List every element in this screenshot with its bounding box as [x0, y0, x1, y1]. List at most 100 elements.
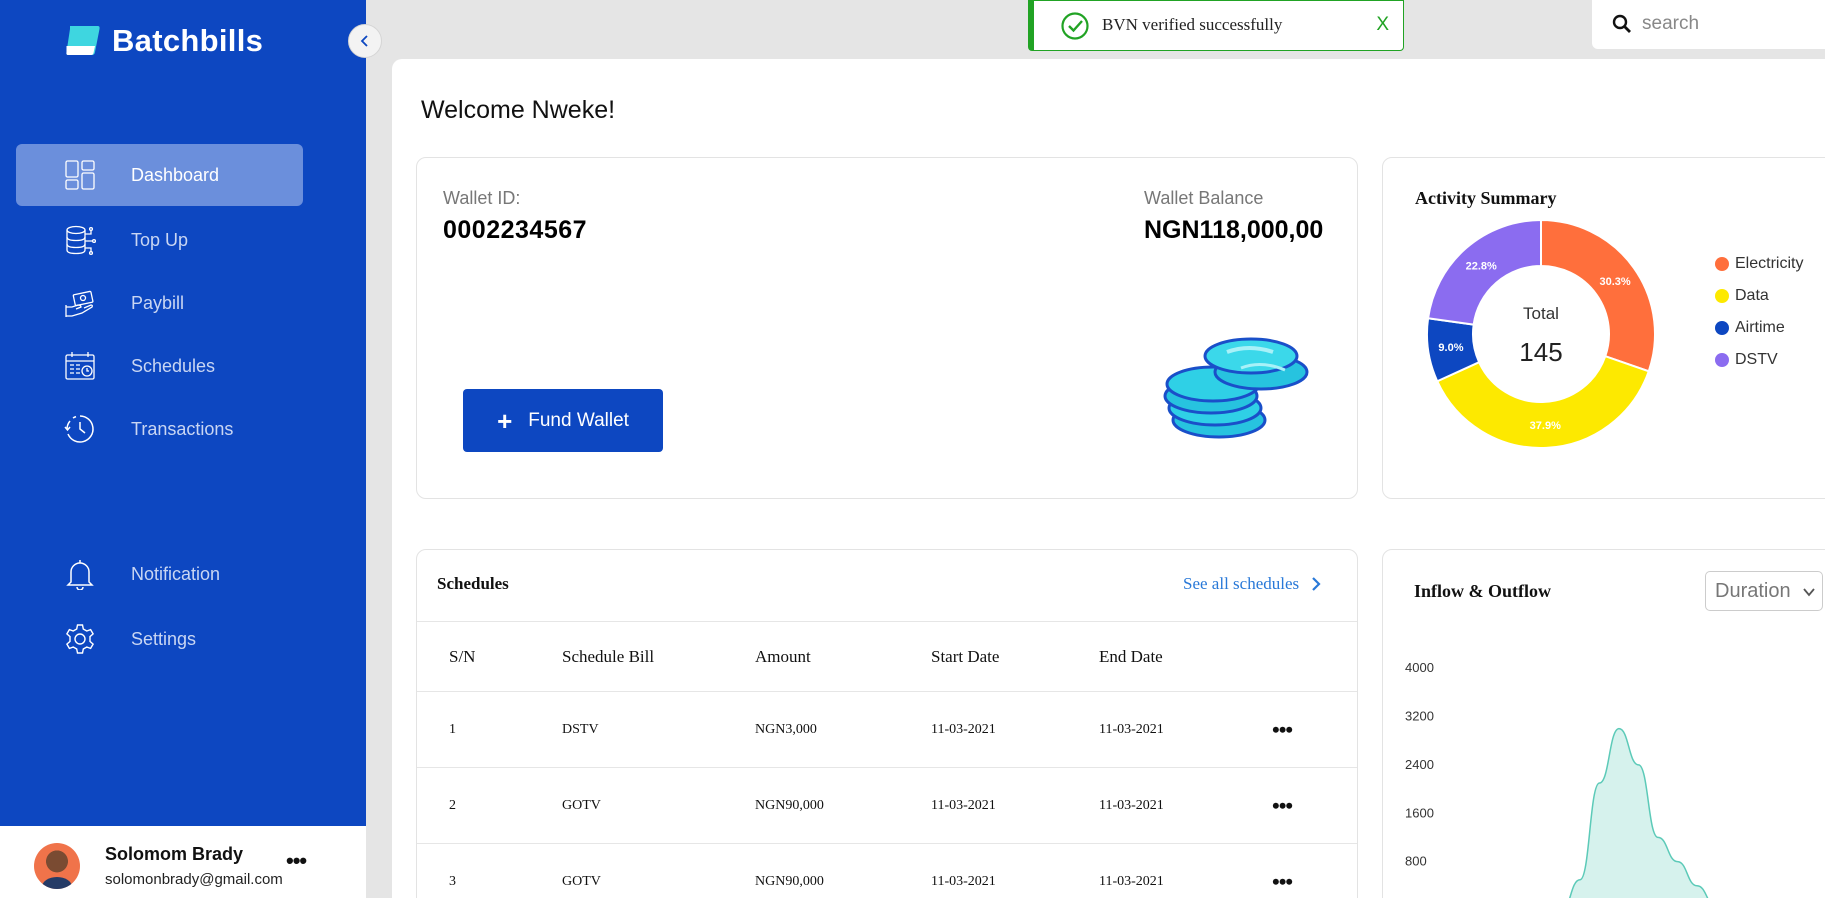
dashboard-icon: [65, 160, 95, 190]
table-header: S/N Schedule Bill Amount Start Date End …: [417, 622, 1357, 692]
toast-message: BVN verified successfully: [1102, 15, 1283, 34]
calendar-icon: [65, 352, 95, 380]
see-all-schedules-link[interactable]: See all schedules: [1183, 574, 1321, 594]
inflow-outflow-card: Inflow & Outflow Duration 4000 3200 2400 16…: [1382, 549, 1825, 898]
donut-slice-label: 30.3%: [1600, 276, 1631, 288]
donut-slice-label: 22.8%: [1466, 260, 1497, 272]
fund-wallet-label: Fund Wallet: [528, 409, 629, 431]
duration-select-value: Duration: [1715, 579, 1791, 602]
sidebar-item-label: Paybill: [131, 292, 185, 313]
sidebar-item-schedules[interactable]: Schedules: [16, 335, 303, 397]
row-more-icon[interactable]: •••: [1272, 717, 1293, 743]
sidebar-item-label: Settings: [131, 628, 197, 649]
table-row[interactable]: 3 GOTV NGN90,000 11-03-2021 11-03-2021 •…: [417, 844, 1357, 898]
sidebar-item-label: Transactions: [131, 418, 234, 439]
cell-amount: NGN90,000: [755, 797, 824, 813]
row-more-icon[interactable]: •••: [1272, 869, 1293, 895]
gear-icon: [66, 624, 94, 654]
activity-summary-title: Activity Summary: [1415, 188, 1557, 208]
see-all-schedules-label: See all schedules: [1183, 574, 1300, 593]
sidebar-item-settings[interactable]: Settings: [16, 608, 303, 670]
wallet-id: 0002234567: [443, 216, 588, 244]
toast-close-button[interactable]: X: [1376, 14, 1389, 36]
legend-swatch: [1715, 257, 1729, 271]
search-box: [1592, 0, 1825, 49]
chevron-left-icon: [360, 35, 368, 47]
schedules-title: Schedules: [437, 574, 509, 593]
search-icon: [1612, 14, 1631, 33]
plus-icon: +: [497, 405, 513, 436]
history-icon: [64, 415, 94, 443]
legend-item-airtime[interactable]: Airtime: [1715, 312, 1803, 344]
cell-start-date: 11-03-2021: [931, 721, 996, 737]
legend-label: Electricity: [1735, 255, 1804, 272]
user-email: solomonbrady@gmail.com: [105, 871, 283, 888]
chevron-right-icon: [1312, 577, 1321, 591]
duration-select[interactable]: Duration: [1705, 571, 1823, 611]
donut-slice-label: 37.9%: [1530, 420, 1561, 432]
column-header: Start Date: [931, 646, 1000, 666]
chevron-down-icon: [1803, 588, 1815, 597]
legend-label: DSTV: [1735, 351, 1778, 368]
schedules-card: Schedules See all schedules S/N Schedule…: [416, 549, 1358, 898]
donut-total-value: 145: [1519, 337, 1562, 367]
legend-item-data[interactable]: Data: [1715, 280, 1803, 312]
coins-illustration-icon: [1163, 337, 1309, 439]
sidebar-item-notification[interactable]: Notification: [16, 543, 303, 605]
y-tick-label: 1600: [1405, 805, 1434, 820]
column-header: S/N: [449, 646, 476, 666]
table-row[interactable]: 1 DSTV NGN3,000 11-03-2021 11-03-2021 ••…: [417, 692, 1357, 768]
wallet-id-label: Wallet ID:: [443, 188, 521, 208]
inflow-outflow-chart: 4000 3200 2400 1600 800: [1405, 660, 1709, 898]
user-name: Solomom Brady: [105, 844, 244, 864]
sidebar-item-label: Top Up: [131, 229, 189, 250]
database-icon: [66, 225, 96, 256]
legend-item-dstv[interactable]: DSTV: [1715, 344, 1803, 376]
sidebar-item-dashboard[interactable]: Dashboard: [16, 144, 303, 206]
row-more-icon[interactable]: •••: [1272, 793, 1293, 819]
wallet-balance-label: Wallet Balance: [1144, 188, 1264, 208]
fund-wallet-button[interactable]: + Fund Wallet: [463, 389, 663, 452]
sidebar-item-label: Notification: [131, 563, 221, 584]
sidebar-item-top-up[interactable]: Top Up: [16, 209, 303, 271]
cell-start-date: 11-03-2021: [931, 797, 996, 813]
cell-end-date: 11-03-2021: [1099, 721, 1164, 737]
collapse-sidebar-button[interactable]: [348, 24, 382, 58]
activity-summary-card: Activity Summary 30.3% 37.9% 9.0% 22.8% Tot…: [1382, 157, 1825, 499]
success-toast: BVN verified successfully X: [1028, 0, 1404, 51]
cell-start-date: 11-03-2021: [931, 873, 996, 889]
table-row[interactable]: 2 GOTV NGN90,000 11-03-2021 11-03-2021 •…: [417, 768, 1357, 844]
wallet-balance: NGN118,000,00: [1144, 216, 1324, 244]
cell-amount: NGN90,000: [755, 873, 824, 889]
cell-sn: 2: [449, 797, 456, 813]
y-tick-label: 2400: [1405, 757, 1434, 772]
sidebar: Batchbills Dashboard Top Up Paybill Sche…: [0, 0, 366, 898]
legend-label: Airtime: [1735, 319, 1785, 336]
donut-total-label: Total: [1523, 304, 1559, 323]
donut-slice-data[interactable]: [1435, 354, 1651, 449]
wallet-card: Wallet ID: 0002234567 Wallet Balance NGN…: [416, 157, 1358, 499]
user-more-icon[interactable]: •••: [286, 848, 307, 874]
legend-item-electricity[interactable]: Electricity: [1715, 248, 1803, 280]
activity-donut-chart: 30.3% 37.9% 9.0% 22.8% Total 145: [1426, 218, 1656, 449]
column-header: Amount: [755, 646, 811, 666]
cell-bill: GOTV: [562, 797, 601, 813]
search-input[interactable]: [1642, 10, 1812, 38]
sidebar-item-label: Dashboard: [131, 164, 220, 185]
y-tick-label: 800: [1405, 854, 1427, 869]
cell-amount: NGN3,000: [755, 721, 817, 737]
brand-name: Batchbills: [112, 23, 264, 58]
activity-legend: Electricity Data Airtime DSTV: [1715, 248, 1803, 376]
sidebar-item-transactions[interactable]: Transactions: [16, 398, 303, 460]
cell-end-date: 11-03-2021: [1099, 873, 1164, 889]
sidebar-item-paybill[interactable]: Paybill: [16, 272, 303, 334]
y-tick-label: 4000: [1405, 660, 1434, 675]
payment-hand-icon: [65, 290, 94, 317]
y-tick-label: 3200: [1405, 709, 1434, 724]
avatar[interactable]: [34, 843, 80, 889]
cell-end-date: 11-03-2021: [1099, 797, 1164, 813]
brand[interactable]: Batchbills: [64, 22, 263, 60]
cell-bill: GOTV: [562, 873, 601, 889]
bell-icon: [66, 560, 94, 590]
cell-sn: 3: [449, 873, 456, 889]
